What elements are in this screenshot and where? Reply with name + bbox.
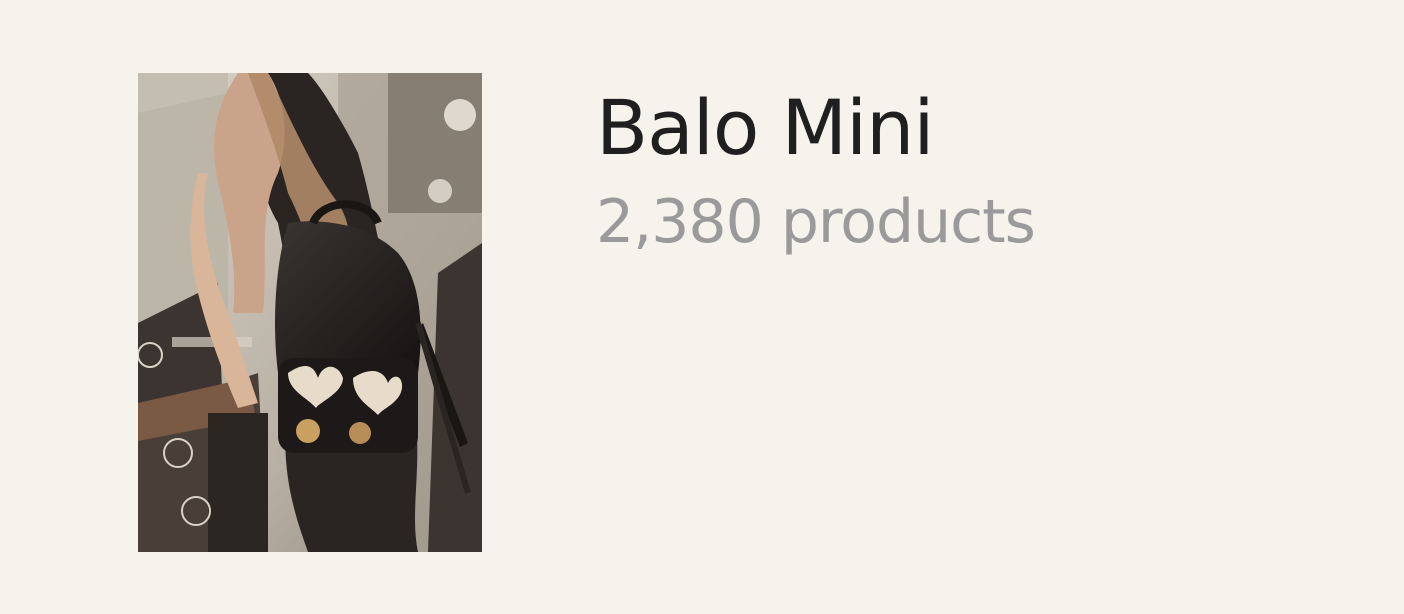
category-thumbnail[interactable] <box>138 73 482 552</box>
category-title[interactable]: Balo Mini <box>596 84 1035 172</box>
category-info: Balo Mini 2,380 products <box>596 84 1036 258</box>
category-card[interactable]: Balo Mini 2,380 products <box>0 0 1404 614</box>
product-count: 2,380 products <box>596 187 1036 257</box>
